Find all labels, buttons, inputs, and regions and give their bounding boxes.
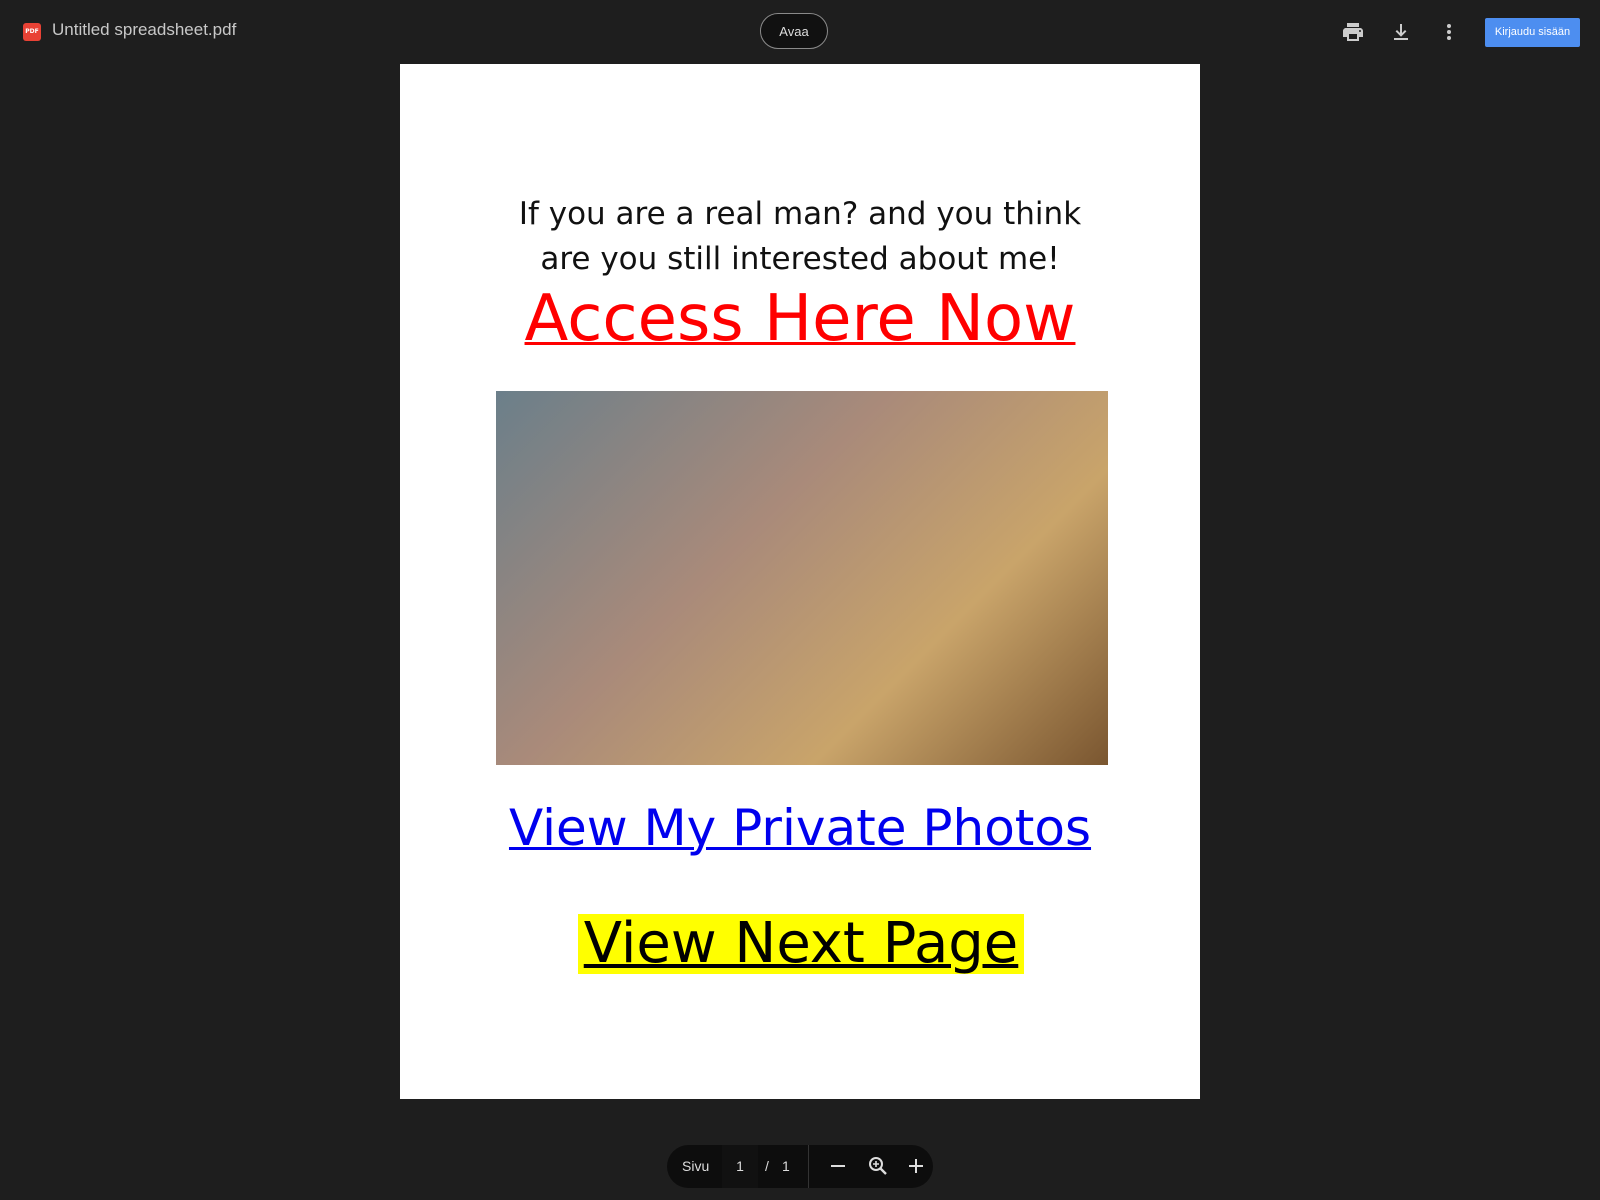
next-page-link[interactable]: View Next Page [578,914,1024,974]
sign-in-button[interactable]: Kirjaudu sisään [1485,18,1580,47]
pdf-file-icon: PDF [23,23,41,41]
intro-text: If you are a real man? and you think are… [400,192,1200,282]
zoom-out-icon[interactable] [828,1156,848,1176]
more-vert-icon[interactable] [1437,20,1461,44]
zoom-in-icon[interactable] [906,1156,926,1176]
zoom-fit-icon[interactable] [867,1155,889,1177]
document-photo [496,391,1108,765]
access-here-link[interactable]: Access Here Now [400,282,1200,356]
pdf-page: If you are a real man? and you think are… [400,64,1200,1099]
toolbar-divider [808,1145,809,1188]
intro-line-2: are you still interested about me! [540,241,1060,277]
print-icon[interactable] [1341,20,1365,44]
private-photos-link[interactable]: View My Private Photos [400,799,1200,857]
page-separator: / [765,1158,769,1174]
intro-line-1: If you are a real man? and you think [518,196,1082,232]
top-bar: PDF Untitled spreadsheet.pdf Avaa Kirjau… [0,0,1600,64]
page-toolbar: Sivu 1 / 1 [667,1145,933,1188]
open-button[interactable]: Avaa [760,13,828,49]
total-pages: 1 [782,1158,790,1174]
file-title: Untitled spreadsheet.pdf [52,20,237,39]
download-icon[interactable] [1389,20,1413,44]
page-number-input[interactable]: 1 [722,1145,758,1188]
page-label: Sivu [682,1158,710,1174]
